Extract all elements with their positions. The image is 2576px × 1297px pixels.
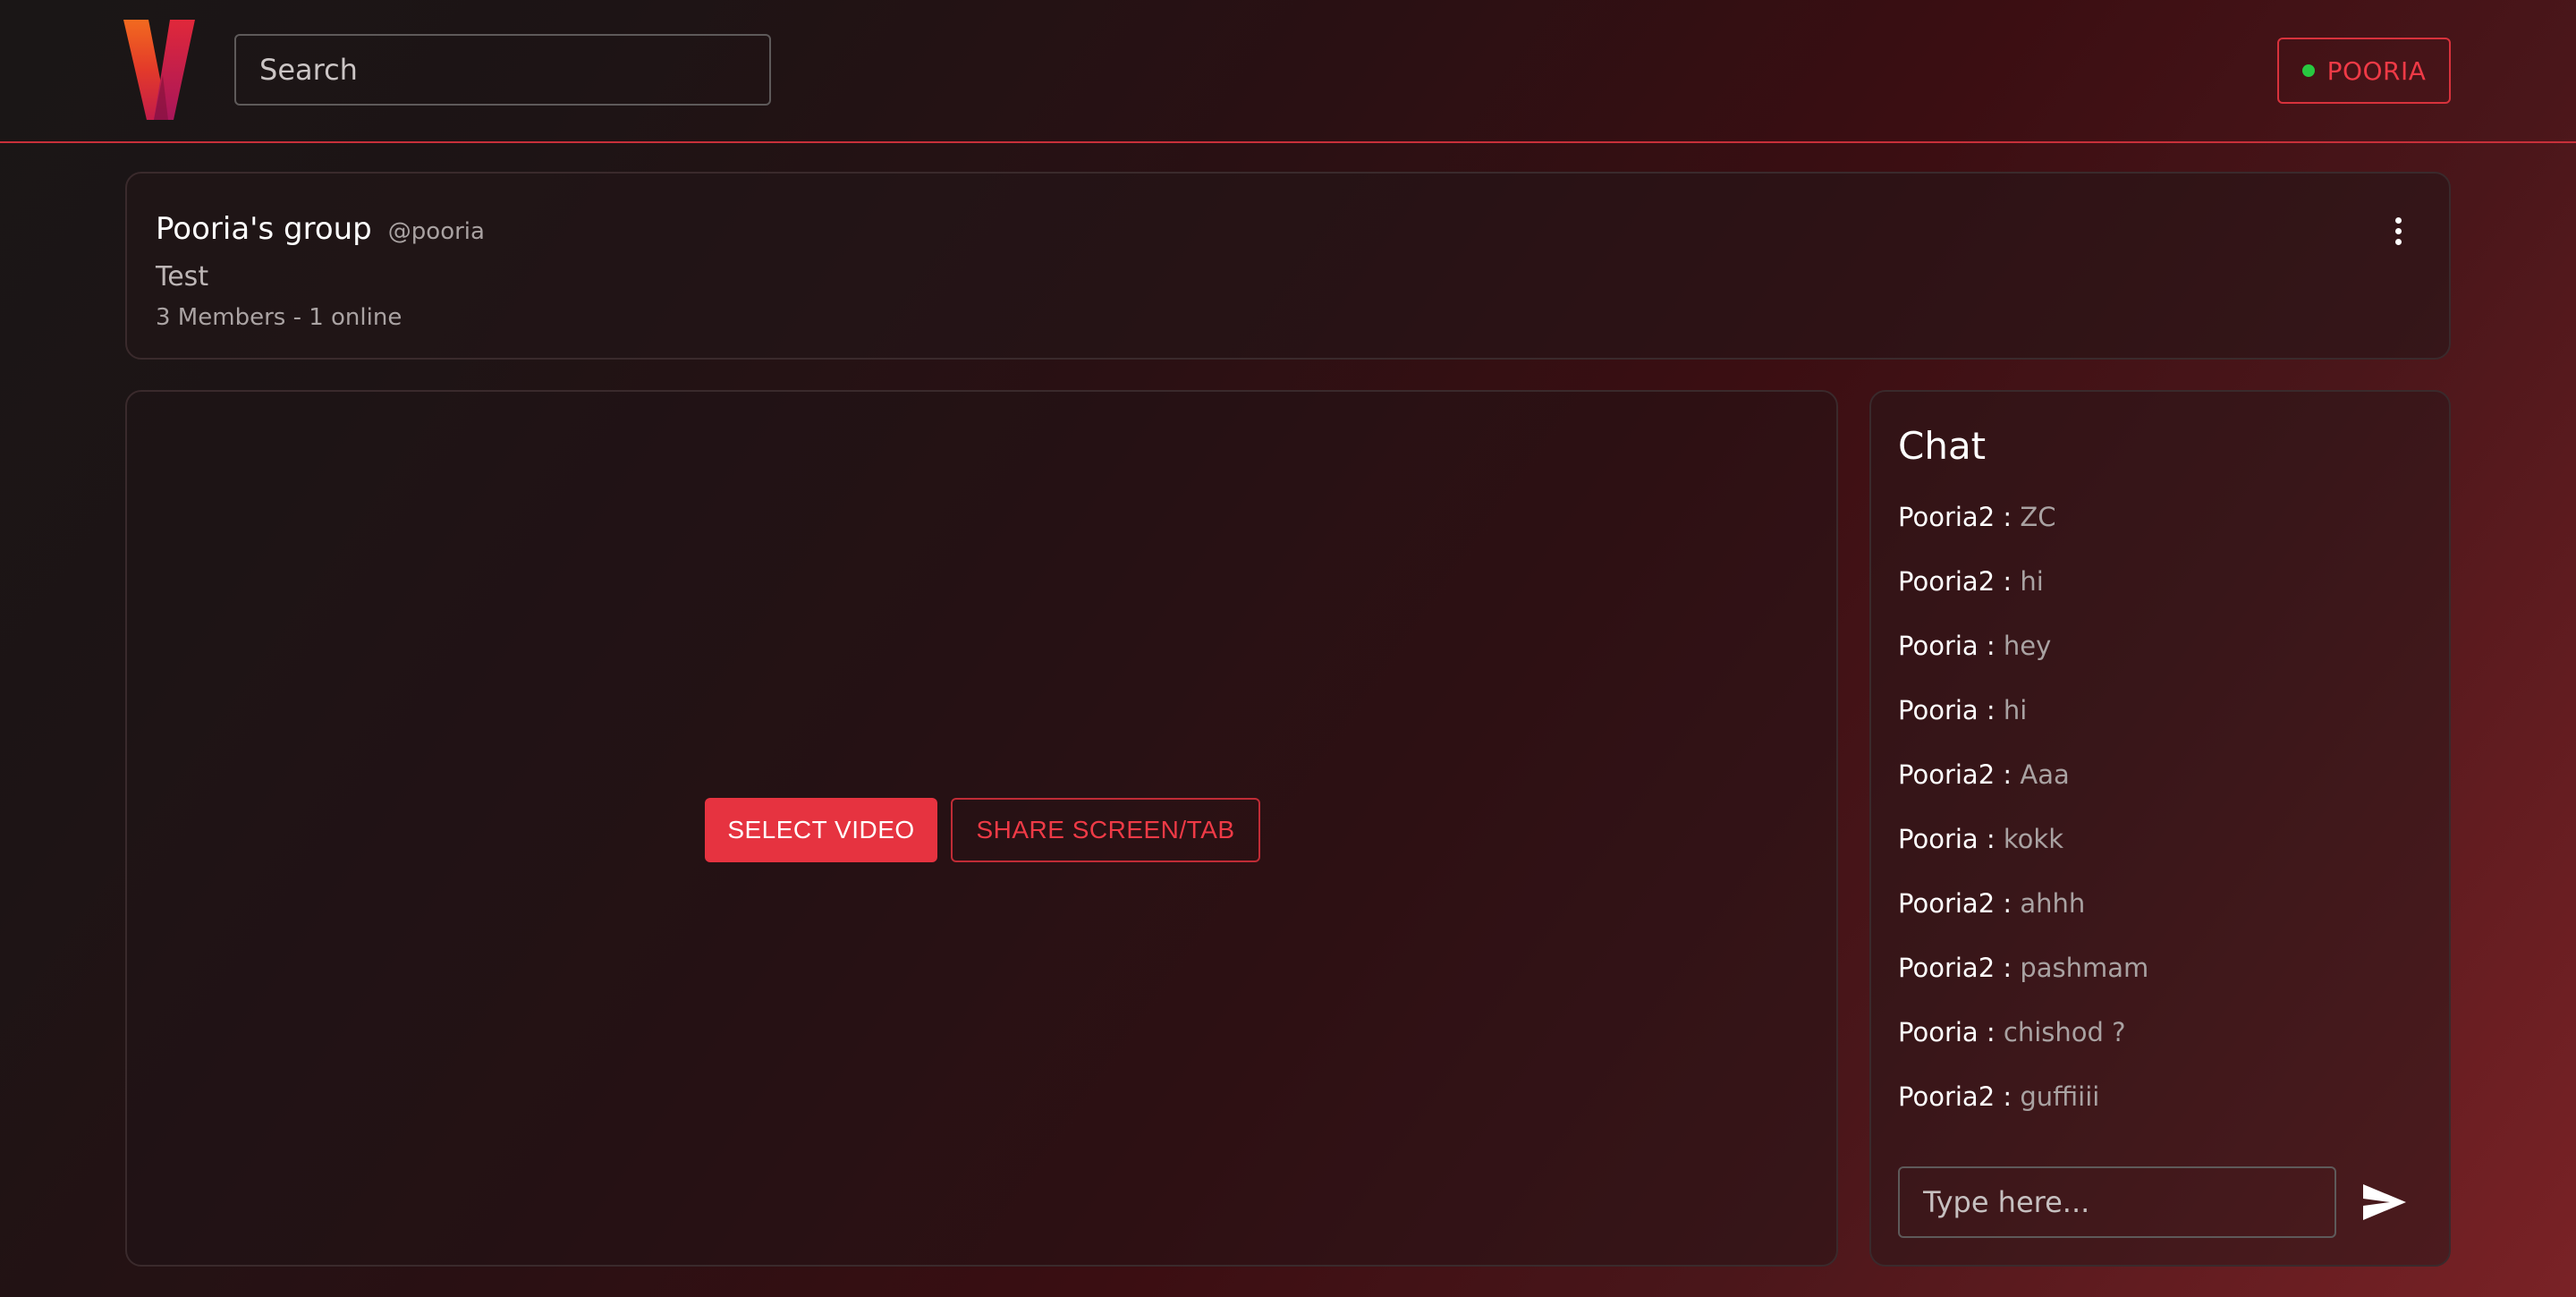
chat-message-text: pashmam xyxy=(2020,953,2149,983)
user-status-button[interactable]: POORIA xyxy=(2277,38,2451,104)
chat-message: Pooria2 : pashmam xyxy=(1898,950,2426,1014)
group-info-card: Pooria's group @pooria Test 3 Members - … xyxy=(125,172,2451,360)
chat-message-text: ahhh xyxy=(2020,888,2086,919)
group-title-row: Pooria's group @pooria xyxy=(156,211,485,247)
chat-message-input[interactable] xyxy=(1898,1166,2336,1238)
chat-message-text: chishod ? xyxy=(2003,1017,2126,1047)
chat-message: Pooria : hi xyxy=(1898,692,2426,757)
chat-message-user: Pooria2 : xyxy=(1898,759,2012,790)
chat-message: Pooria2 : ahhh xyxy=(1898,886,2426,950)
online-status-dot xyxy=(2301,64,2315,77)
chat-message-text: hi xyxy=(2003,695,2028,725)
video-panel: SELECT VIDEO SHARE SCREEN/TAB xyxy=(125,390,1838,1267)
share-screen-button[interactable]: SHARE SCREEN/TAB xyxy=(951,798,1260,862)
more-options-icon[interactable] xyxy=(2385,213,2411,249)
chat-message-text: hey xyxy=(2003,631,2052,661)
group-handle: @pooria xyxy=(387,218,485,245)
chat-message: Pooria2 : hi xyxy=(1898,564,2426,628)
chat-message-user: Pooria2 : xyxy=(1898,566,2012,597)
chat-message-user: Pooria : xyxy=(1898,695,1996,725)
chat-message-user: Pooria2 : xyxy=(1898,502,2012,532)
group-description: Test xyxy=(156,261,209,292)
chat-message-text: hi xyxy=(2020,566,2044,597)
chat-message-text: guffiiii xyxy=(2020,1081,2100,1112)
chat-message-user: Pooria2 : xyxy=(1898,1081,2012,1112)
group-name: Pooria's group xyxy=(156,211,372,247)
chat-message-user: Pooria2 : xyxy=(1898,888,2012,919)
select-video-button[interactable]: SELECT VIDEO xyxy=(705,798,937,862)
chat-message-user: Pooria : xyxy=(1898,631,1996,661)
chat-message-text: kokk xyxy=(2003,824,2063,854)
user-name-label: POORIA xyxy=(2326,55,2427,86)
chat-message-user: Pooria : xyxy=(1898,1017,1996,1047)
chat-message-user: Pooria : xyxy=(1898,824,1996,854)
chat-message-user: Pooria2 : xyxy=(1898,953,2012,983)
chat-message: Pooria : chishod ? xyxy=(1898,1014,2426,1079)
group-member-count: 3 Members - 1 online xyxy=(156,304,402,331)
chat-message: Pooria2 : guffiiii xyxy=(1898,1079,2426,1143)
app-logo[interactable] xyxy=(123,20,195,120)
chat-message-list: Pooria2 : ZC Pooria2 : hi Pooria : hey Poor… xyxy=(1898,499,2426,1143)
send-icon[interactable] xyxy=(2361,1181,2408,1224)
chat-message: Pooria : kokk xyxy=(1898,821,2426,886)
chat-panel: Chat Pooria2 : ZC Pooria2 : hi Pooria : he… xyxy=(1869,390,2451,1267)
search-input[interactable] xyxy=(234,34,771,106)
chat-message: Pooria2 : ZC xyxy=(1898,499,2426,564)
chat-message-text: Aaa xyxy=(2020,759,2070,790)
chat-message-text: ZC xyxy=(2020,502,2056,532)
top-header: POORIA xyxy=(0,0,2576,143)
chat-message: Pooria2 : Aaa xyxy=(1898,757,2426,821)
chat-message: Pooria : hey xyxy=(1898,628,2426,692)
chat-title: Chat xyxy=(1898,424,1987,468)
